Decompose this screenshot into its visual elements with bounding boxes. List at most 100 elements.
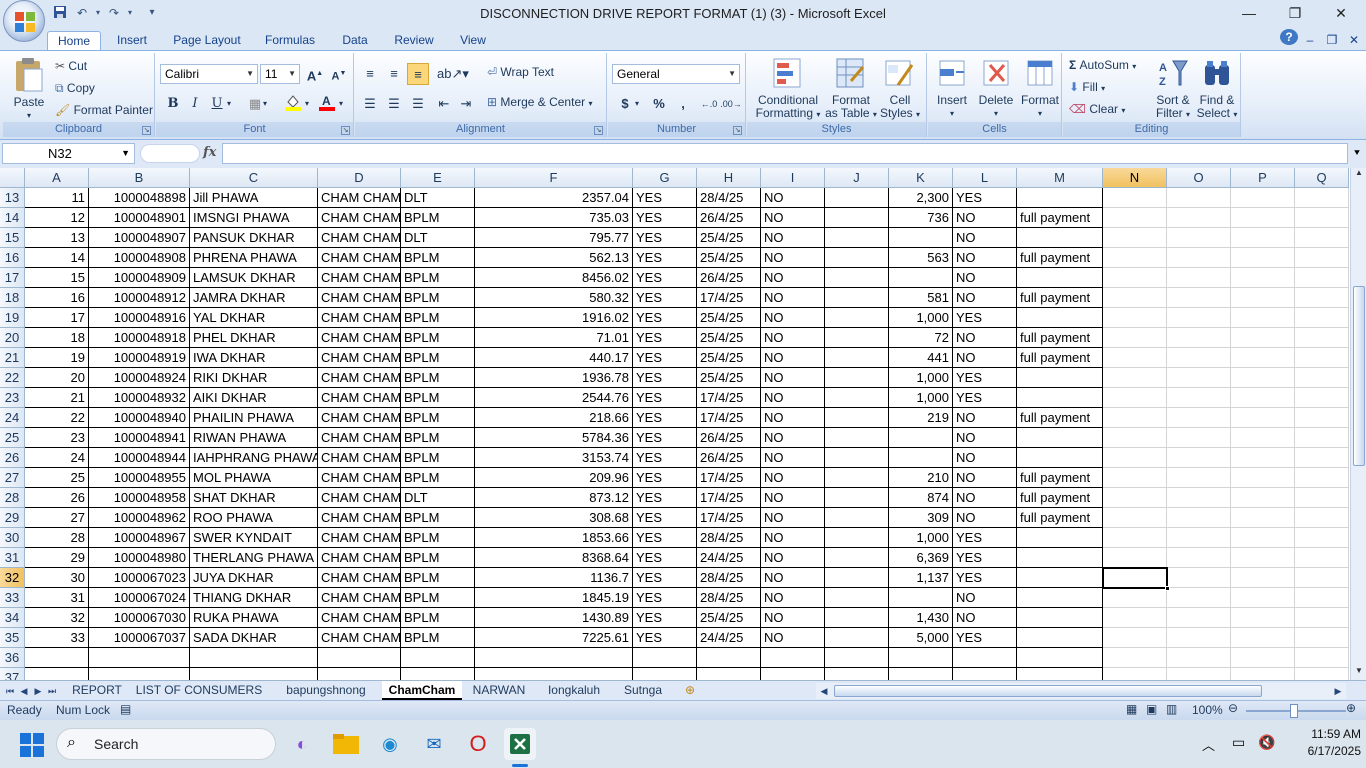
cell-c22[interactable]: RIKI DKHAR xyxy=(190,368,318,388)
cell-q13[interactable] xyxy=(1295,188,1349,208)
font-color-dropdown-icon[interactable]: ▾ xyxy=(336,93,346,115)
insert-function-button[interactable]: fx xyxy=(203,145,216,160)
fill-button[interactable]: ⬇ Fill ▾ xyxy=(1069,80,1105,94)
cell-h17[interactable]: 26/4/25 xyxy=(697,268,761,288)
cell-i15[interactable]: NO xyxy=(761,228,825,248)
cell-f23[interactable]: 2544.76 xyxy=(475,388,633,408)
horizontal-scroll-thumb[interactable] xyxy=(834,685,1262,697)
opera-icon[interactable]: O xyxy=(462,728,494,760)
cell-c23[interactable]: AIKI DKHAR xyxy=(190,388,318,408)
cell-h36[interactable] xyxy=(697,648,761,668)
cell-c37[interactable] xyxy=(190,668,318,680)
cell-n25[interactable] xyxy=(1103,428,1167,448)
sheet-tab-bapungshnong[interactable]: bapungshnong xyxy=(276,681,376,700)
cell-a26[interactable]: 24 xyxy=(25,448,89,468)
cell-d20[interactable]: CHAM CHAM xyxy=(318,328,401,348)
row-header-24[interactable]: 24 xyxy=(0,408,25,428)
cell-p17[interactable] xyxy=(1231,268,1295,288)
row-header-27[interactable]: 27 xyxy=(0,468,25,488)
cell-q23[interactable] xyxy=(1295,388,1349,408)
cell-j32[interactable] xyxy=(825,568,889,588)
last-sheet-icon[interactable]: ⏭ xyxy=(46,684,58,698)
cell-p27[interactable] xyxy=(1231,468,1295,488)
cell-a28[interactable]: 26 xyxy=(25,488,89,508)
cell-m18[interactable]: full payment xyxy=(1017,288,1103,308)
cell-i30[interactable]: NO xyxy=(761,528,825,548)
cell-f33[interactable]: 1845.19 xyxy=(475,588,633,608)
vertical-scroll-thumb[interactable] xyxy=(1353,286,1365,466)
cell-q21[interactable] xyxy=(1295,348,1349,368)
name-box[interactable]: N32 ▼ xyxy=(2,143,135,164)
cell-k29[interactable]: 309 xyxy=(889,508,953,528)
cell-c26[interactable]: IAHPHRANG PHAWA xyxy=(190,448,318,468)
cell-k21[interactable]: 441 xyxy=(889,348,953,368)
insert-cells-button[interactable]: Insert ▾ xyxy=(930,57,974,120)
cell-b26[interactable]: 1000048944 xyxy=(89,448,190,468)
cell-k26[interactable] xyxy=(889,448,953,468)
cell-g21[interactable]: YES xyxy=(633,348,697,368)
cell-l21[interactable]: NO xyxy=(953,348,1017,368)
comma-button[interactable]: , xyxy=(672,93,694,115)
cell-p18[interactable] xyxy=(1231,288,1295,308)
cell-c18[interactable]: JAMRA DKHAR xyxy=(190,288,318,308)
copy-button[interactable]: ⧉ Copy xyxy=(55,81,95,96)
cell-o16[interactable] xyxy=(1167,248,1231,268)
cell-e17[interactable]: BPLM xyxy=(401,268,475,288)
cell-q16[interactable] xyxy=(1295,248,1349,268)
increase-indent-icon[interactable]: ⇥ xyxy=(455,93,477,115)
cell-j13[interactable] xyxy=(825,188,889,208)
increase-decimal-icon[interactable]: ←.0 xyxy=(698,93,720,115)
cell-p32[interactable] xyxy=(1231,568,1295,588)
cell-g18[interactable]: YES xyxy=(633,288,697,308)
tab-view[interactable]: View xyxy=(452,31,494,51)
cell-p20[interactable] xyxy=(1231,328,1295,348)
zoom-in-icon[interactable]: ⊕ xyxy=(1346,701,1356,715)
decrease-decimal-icon[interactable]: .00→ xyxy=(720,93,742,115)
cell-n22[interactable] xyxy=(1103,368,1167,388)
cell-b33[interactable]: 1000067024 xyxy=(89,588,190,608)
cell-k30[interactable]: 1,000 xyxy=(889,528,953,548)
orientation-icon[interactable]: ab↗▾ xyxy=(437,63,469,85)
cell-i31[interactable]: NO xyxy=(761,548,825,568)
font-name-combo[interactable]: Calibri ▼ xyxy=(160,64,258,84)
cell-d22[interactable]: CHAM CHAM xyxy=(318,368,401,388)
tab-insert[interactable]: Insert xyxy=(108,31,156,51)
next-sheet-icon[interactable]: ▶ xyxy=(32,684,44,698)
align-middle-icon[interactable]: ≡ xyxy=(383,63,405,85)
ribbon-restore-icon[interactable]: ❐ xyxy=(1324,31,1340,51)
cell-o35[interactable] xyxy=(1167,628,1231,648)
cell-a21[interactable]: 19 xyxy=(25,348,89,368)
fill-color-icon[interactable] xyxy=(282,93,304,115)
cell-k35[interactable]: 5,000 xyxy=(889,628,953,648)
cell-f32[interactable]: 1136.7 xyxy=(475,568,633,588)
cell-g19[interactable]: YES xyxy=(633,308,697,328)
cell-k13[interactable]: 2,300 xyxy=(889,188,953,208)
cell-o20[interactable] xyxy=(1167,328,1231,348)
cell-b36[interactable] xyxy=(89,648,190,668)
cell-q18[interactable] xyxy=(1295,288,1349,308)
cell-styles-button[interactable]: Cell Styles ▾ xyxy=(877,57,923,121)
cell-j19[interactable] xyxy=(825,308,889,328)
cell-i14[interactable]: NO xyxy=(761,208,825,228)
cell-q25[interactable] xyxy=(1295,428,1349,448)
cell-e25[interactable]: BPLM xyxy=(401,428,475,448)
cell-e33[interactable]: BPLM xyxy=(401,588,475,608)
cell-n32[interactable] xyxy=(1103,568,1167,588)
cell-h22[interactable]: 25/4/25 xyxy=(697,368,761,388)
cell-l20[interactable]: NO xyxy=(953,328,1017,348)
wrap-text-button[interactable]: ⏎ Wrap Text xyxy=(487,65,554,79)
cell-h14[interactable]: 26/4/25 xyxy=(697,208,761,228)
column-header-i[interactable]: I xyxy=(761,168,825,188)
cell-g33[interactable]: YES xyxy=(633,588,697,608)
cell-d30[interactable]: CHAM CHAM xyxy=(318,528,401,548)
scroll-down-icon[interactable]: ▼ xyxy=(1351,666,1366,680)
sheet-tab-sutnga[interactable]: Sutnga xyxy=(616,681,670,700)
sheet-tab-report[interactable]: REPORT xyxy=(66,681,128,700)
cell-e29[interactable]: BPLM xyxy=(401,508,475,528)
cell-l24[interactable]: NO xyxy=(953,408,1017,428)
row-header-15[interactable]: 15 xyxy=(0,228,25,248)
column-header-e[interactable]: E xyxy=(401,168,475,188)
cell-h21[interactable]: 25/4/25 xyxy=(697,348,761,368)
row-header-17[interactable]: 17 xyxy=(0,268,25,288)
column-header-m[interactable]: M xyxy=(1017,168,1103,188)
